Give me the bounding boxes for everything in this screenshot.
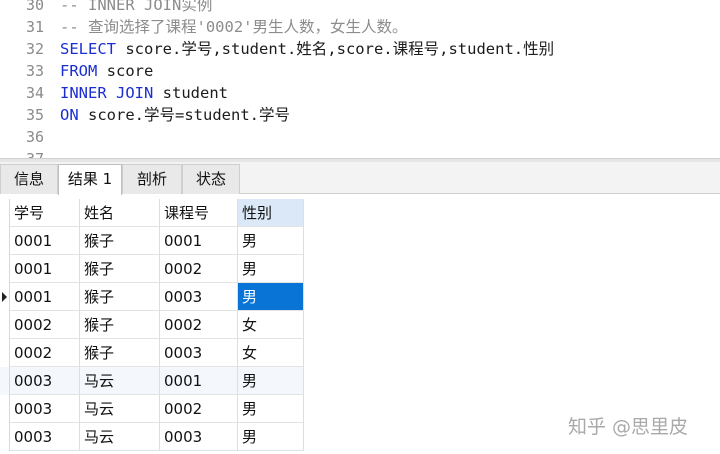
table-row[interactable]: 0001 猴子 0002 男 (0, 255, 304, 283)
column-header-gender[interactable]: 性别 (238, 199, 304, 227)
code-line: 35 ON score.学号=student.学号 (0, 104, 720, 126)
row-indicator[interactable] (0, 339, 10, 367)
table-cell[interactable]: 男 (238, 255, 304, 283)
table-cell[interactable]: 0002 (160, 311, 238, 339)
code-line: 32 SELECT score.学号,student.姓名,score.课程号,… (0, 38, 720, 60)
tab-result-1[interactable]: 结果 1 (58, 164, 122, 195)
code-line: 37 (0, 148, 720, 158)
line-number: 33 (25, 62, 44, 80)
code-comment: -- 查询选择了课程'0002'男生人数，女生人数。 (60, 18, 408, 36)
line-number: 35 (25, 106, 44, 124)
table-cell[interactable]: 马云 (80, 423, 160, 451)
row-indicator[interactable] (0, 423, 10, 451)
sql-keyword: SELECT (60, 40, 116, 58)
table-cell[interactable]: 女 (238, 339, 304, 367)
table-cell[interactable]: 0002 (160, 255, 238, 283)
grid-header-row: 学号 姓名 课程号 性别 (0, 199, 304, 227)
table-cell[interactable]: 0001 (160, 227, 238, 255)
table-cell[interactable]: 马云 (80, 395, 160, 423)
column-header-name[interactable]: 姓名 (80, 199, 160, 227)
code-line: 34 INNER JOIN student (0, 82, 720, 104)
code-text: ON score.学号=student.学号 (60, 104, 290, 126)
code-line: 31 -- 查询选择了课程'0002'男生人数，女生人数。 (0, 16, 720, 38)
row-indicator[interactable] (0, 227, 10, 255)
table-cell[interactable]: 男 (238, 367, 304, 395)
current-row-arrow-icon (2, 292, 7, 302)
code-text: INNER JOIN student (60, 82, 228, 104)
code-text: FROM score (60, 60, 153, 82)
sql-text: student (153, 84, 228, 102)
table-row[interactable]: 0003 马云 0003 男 (0, 423, 304, 451)
table-cell[interactable]: 0003 (160, 339, 238, 367)
table-row[interactable]: 0002 猴子 0002 女 (0, 311, 304, 339)
tab-info[interactable]: 信息 (0, 164, 58, 194)
code-line: 36 (0, 126, 720, 148)
result-tabbar: 信息 结果 1 剖析 状态 (0, 162, 720, 195)
table-cell[interactable]: 0002 (160, 395, 238, 423)
line-number: 32 (25, 40, 44, 58)
table-cell[interactable]: 男 (238, 395, 304, 423)
row-indicator[interactable] (0, 311, 10, 339)
line-number: 30 (25, 0, 44, 14)
table-cell[interactable]: 猴子 (80, 227, 160, 255)
sql-text: score (97, 62, 154, 80)
table-cell[interactable]: 猴子 (80, 255, 160, 283)
table-cell[interactable]: 猴子 (80, 283, 160, 311)
table-cell[interactable]: 0003 (160, 423, 238, 451)
table-cell[interactable]: 0003 (10, 423, 80, 451)
row-indicator[interactable] (0, 367, 10, 395)
tab-status[interactable]: 状态 (182, 164, 240, 194)
table-cell[interactable]: 0002 (10, 339, 80, 367)
line-number: 37 (0, 148, 44, 158)
sql-keyword: FROM (60, 62, 98, 80)
column-header-course-id[interactable]: 课程号 (160, 199, 238, 227)
table-cell[interactable]: 猴子 (80, 339, 160, 367)
table-row[interactable]: 0001 猴子 0003 男 (0, 283, 304, 311)
table-cell[interactable]: 0001 (10, 283, 80, 311)
table-cell-selected[interactable]: 男 (238, 283, 304, 311)
tab-profile[interactable]: 剖析 (122, 164, 182, 194)
table-row[interactable]: 0003 马云 0002 男 (0, 395, 304, 423)
table-cell[interactable]: 0002 (10, 311, 80, 339)
line-number: 36 (25, 128, 44, 146)
table-cell[interactable]: 男 (238, 423, 304, 451)
table-cell[interactable]: 男 (238, 227, 304, 255)
column-header-student-id[interactable]: 学号 (10, 199, 80, 227)
table-cell[interactable]: 0003 (10, 395, 80, 423)
table-cell[interactable]: 0001 (10, 255, 80, 283)
line-number: 31 (25, 18, 44, 36)
code-text: SELECT score.学号,student.姓名,score.课程号,stu… (60, 38, 554, 60)
line-number: 34 (25, 84, 44, 102)
sql-editor[interactable]: 30 -- INNER JOIN实例 31 -- 查询选择了课程'0002'男生… (0, 0, 720, 158)
code-line: 33 FROM score (0, 60, 720, 82)
code-comment: -- INNER JOIN实例 (60, 0, 213, 14)
table-cell[interactable]: 0001 (160, 367, 238, 395)
table-cell[interactable]: 马云 (80, 367, 160, 395)
sql-keyword: ON (60, 106, 79, 124)
table-cell[interactable]: 猴子 (80, 311, 160, 339)
table-cell[interactable]: 女 (238, 311, 304, 339)
sql-text: score.学号,student.姓名,score.课程号,student.性别 (116, 40, 555, 58)
row-indicator[interactable] (0, 283, 10, 311)
table-row[interactable]: 0001 猴子 0001 男 (0, 227, 304, 255)
zhihu-watermark: 知乎 @思里皮 (568, 416, 689, 438)
code-line: 30 -- INNER JOIN实例 (0, 0, 720, 16)
sql-keyword: INNER JOIN (60, 84, 154, 102)
row-indicator (0, 199, 10, 227)
row-indicator[interactable] (0, 395, 10, 423)
sql-text: score.学号=student.学号 (78, 106, 290, 124)
table-cell[interactable]: 0003 (160, 283, 238, 311)
table-row[interactable]: 0003 马云 0001 男 (0, 367, 304, 395)
table-cell[interactable]: 0001 (10, 227, 80, 255)
table-cell[interactable]: 0003 (10, 367, 80, 395)
row-indicator[interactable] (0, 255, 10, 283)
table-row[interactable]: 0002 猴子 0003 女 (0, 339, 304, 367)
